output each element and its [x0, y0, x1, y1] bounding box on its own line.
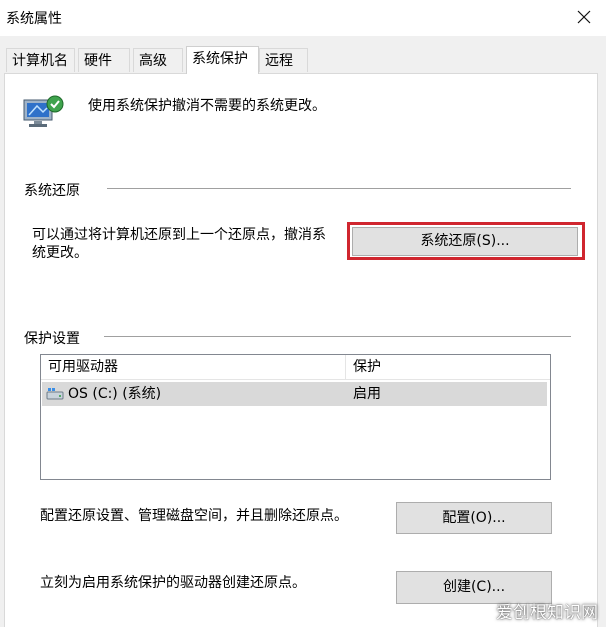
configure-button[interactable]: 配置(O)...: [396, 502, 552, 534]
system-restore-group-title: 系统还原: [24, 183, 80, 199]
system-restore-group-line: [107, 188, 571, 189]
drive-protection-status: 启用: [353, 386, 381, 402]
watermark: 爱创根知识网: [496, 603, 598, 623]
close-icon: [577, 10, 591, 24]
configure-description: 配置还原设置、管理磁盘空间，并且删除还原点。: [40, 508, 348, 524]
table-row[interactable]: OS (C:) (系统) 启用: [42, 382, 547, 406]
drive-name: OS (C:) (系统): [68, 386, 162, 402]
tab-remote[interactable]: 远程: [259, 48, 308, 72]
tab-hardware[interactable]: 硬件: [78, 48, 130, 72]
tab-strip: 计算机名 硬件 高级 系统保护 远程: [0, 46, 606, 74]
intro-text: 使用系统保护撤消不需要的系统更改。: [88, 98, 326, 114]
window-title: 系统属性: [6, 11, 62, 27]
drives-list[interactable]: 可用驱动器 保护 OS (C:) (系统) 启用: [40, 354, 551, 480]
restore-description-line2: 统更改。: [32, 245, 88, 261]
tab-system-protection[interactable]: 系统保护: [186, 46, 259, 74]
column-header-protection[interactable]: 保护: [346, 355, 550, 380]
protection-settings-group-line: [104, 336, 571, 337]
protection-settings-group-title: 保护设置: [24, 331, 80, 347]
tab-computer-name[interactable]: 计算机名: [6, 48, 75, 72]
drive-icon: [46, 388, 64, 400]
title-bar: 系统属性: [0, 0, 606, 36]
tab-panel: [4, 73, 598, 627]
close-button[interactable]: [570, 4, 598, 30]
system-protection-icon: [23, 95, 64, 127]
restore-description-line1: 可以通过将计算机还原到上一个还原点，撤消系: [32, 227, 326, 243]
column-header-drives[interactable]: 可用驱动器: [41, 355, 346, 380]
create-description: 立刻为启用系统保护的驱动器创建还原点。: [40, 575, 306, 591]
restore-button-highlight: [347, 222, 585, 260]
tab-advanced[interactable]: 高级: [133, 48, 183, 72]
